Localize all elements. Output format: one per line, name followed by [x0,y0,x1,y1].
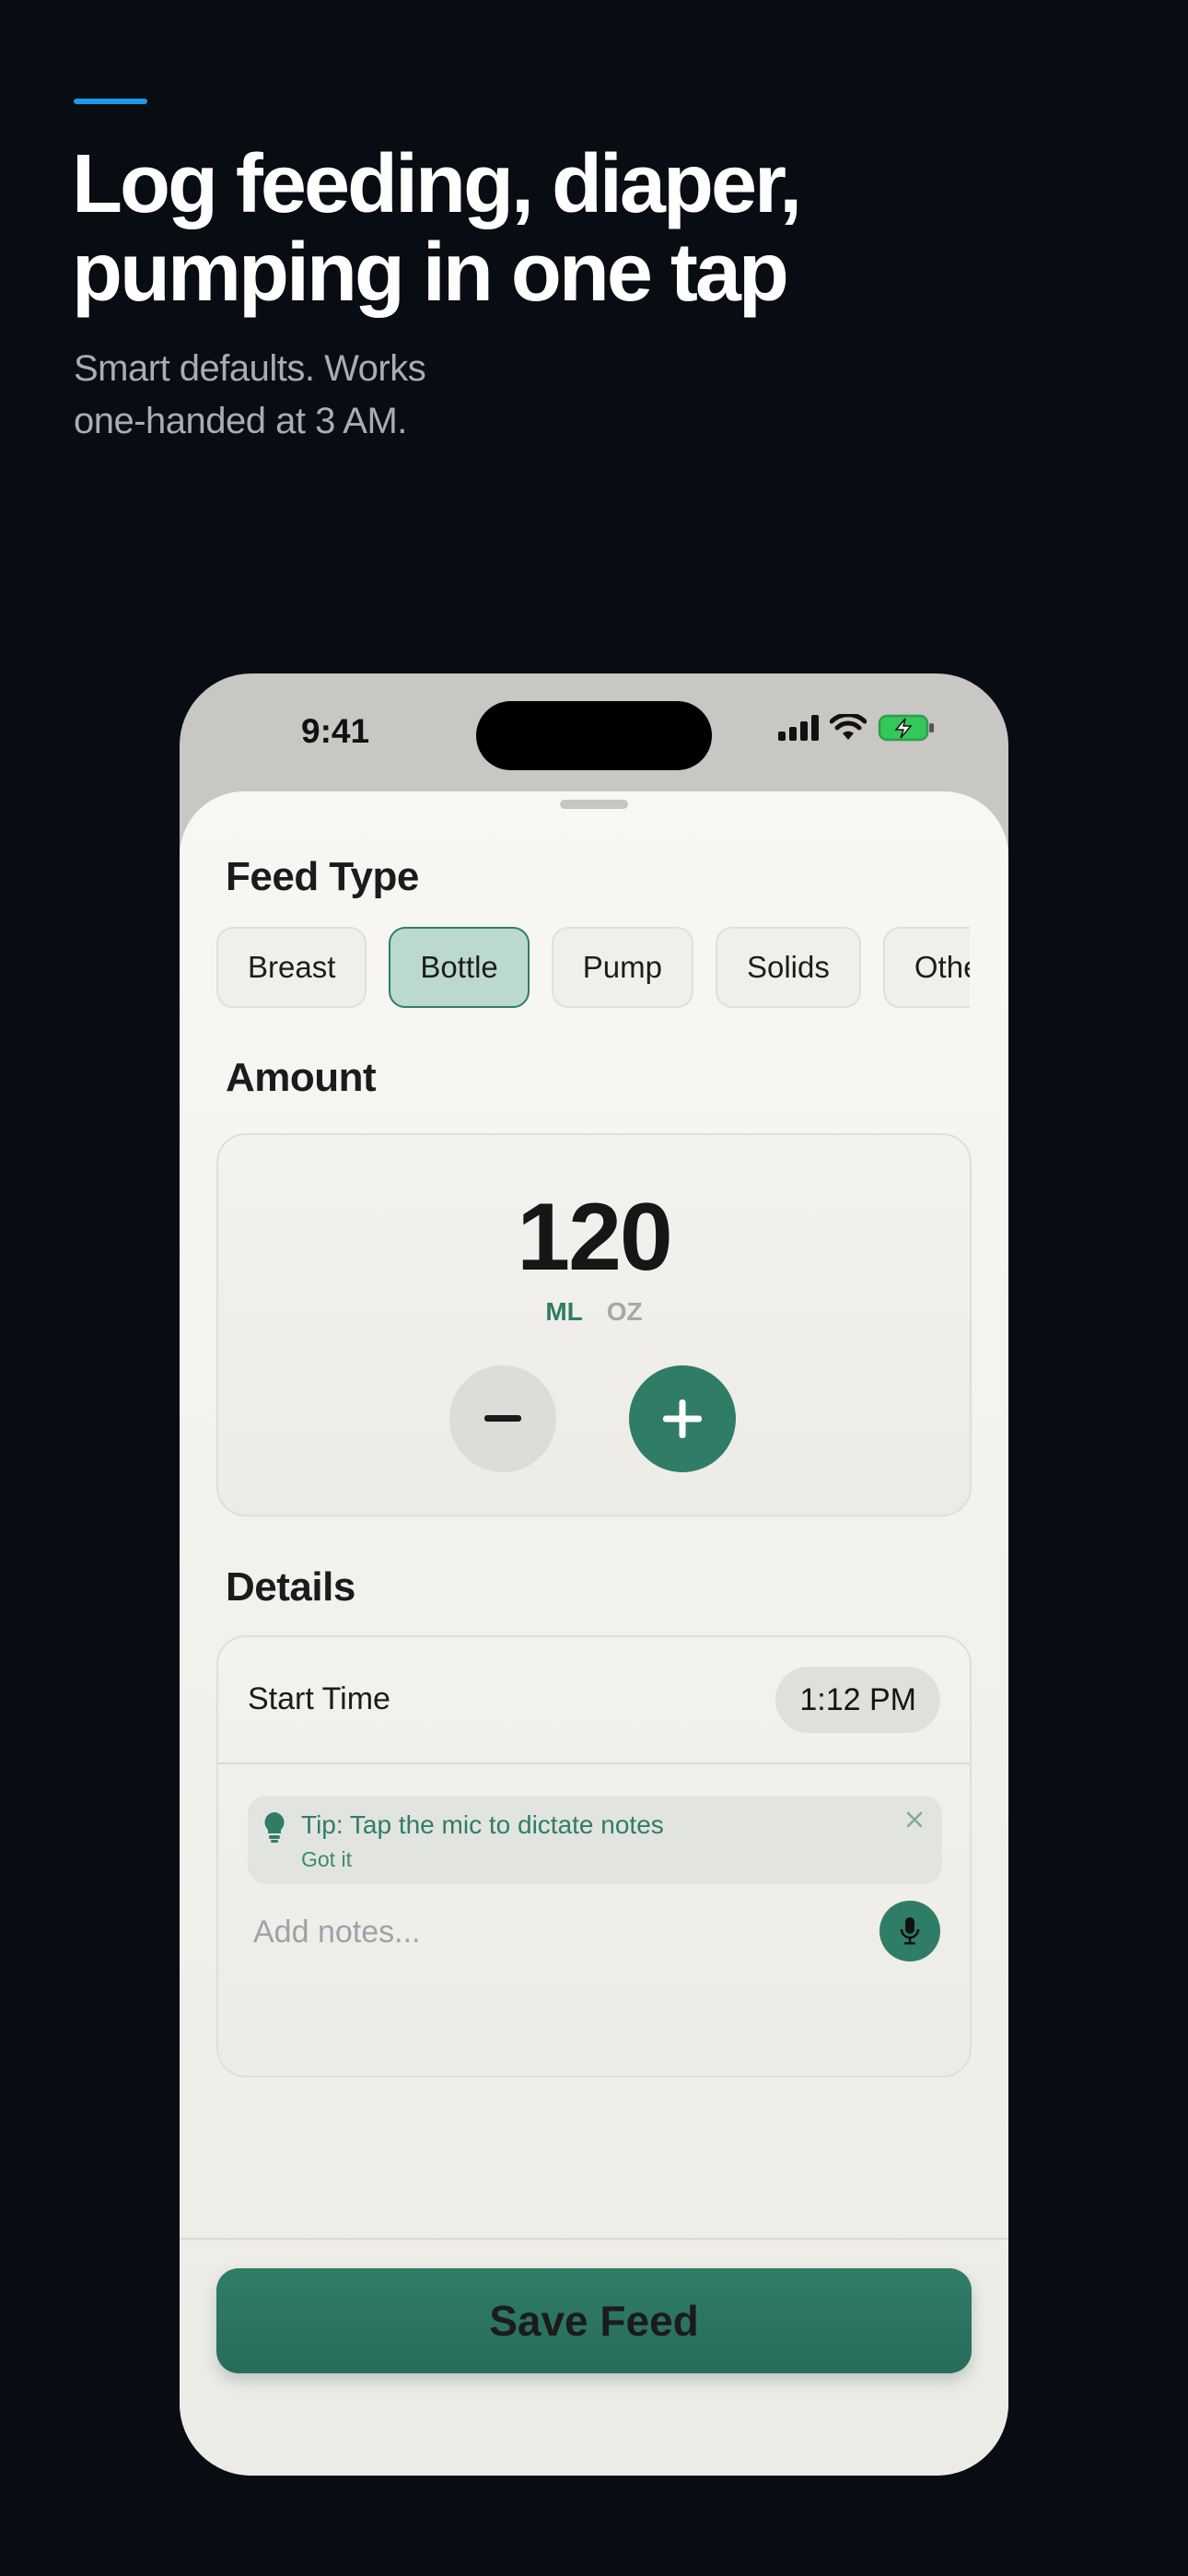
subheadline: Smart defaults. Works one-handed at 3 AM… [74,343,718,448]
bottom-sheet [180,791,1008,2476]
headline-line-2: pumping in one tap [72,227,789,319]
chip-breast[interactable]: Breast [216,927,367,1008]
mic-button[interactable] [879,1901,940,1961]
unit-oz-option[interactable]: OZ [607,1297,643,1327]
start-time-picker[interactable]: 1:12 PM [775,1667,940,1733]
status-bar: 9:41 [180,673,1008,791]
headline: Log feeding, diaper, pumping in one tap [72,140,993,317]
save-feed-button[interactable]: Save Feed [216,2268,972,2373]
notes-input[interactable] [253,1904,843,1960]
chip-other[interactable]: Other [882,927,970,1008]
status-time: 9:41 [301,712,370,750]
subhead-line-1: Smart defaults. Works [74,348,426,389]
close-icon[interactable] [900,1805,929,1834]
cellular-signal-icon [778,715,819,745]
bottom-divider [180,2238,1008,2240]
minus-icon [484,1415,521,1422]
tip-banner: Tip: Tap the mic to dictate notes Got it [248,1796,942,1884]
start-time-label: Start Time [248,1681,390,1716]
chip-solids[interactable]: Solids [715,927,861,1008]
phone-mockup: 9:41 Feed Type Breast Bottle Pump Solids… [180,673,1008,2476]
tip-text: Tip: Tap the mic to dictate notes [301,1810,664,1839]
battery-charging-icon [878,714,935,746]
details-title: Details [226,1564,355,1610]
sheet-grabber[interactable] [560,800,628,809]
chip-pump[interactable]: Pump [551,927,693,1008]
lightbulb-icon [262,1810,286,1848]
details-card: Start Time 1:12 PM Tip: Tap the mic to d… [216,1635,972,2078]
unit-ml-option[interactable]: ML [545,1297,582,1327]
dynamic-island [476,701,712,770]
amount-value: 120 [517,1184,673,1291]
wifi-icon [829,712,868,746]
increment-button[interactable] [629,1365,736,1472]
chip-bottle[interactable]: Bottle [389,927,530,1008]
amount-title: Amount [226,1055,377,1100]
microphone-icon [900,1917,920,1945]
feed-type-chips: Breast Bottle Pump Solids Other [216,927,970,1010]
feed-type-title: Feed Type [226,854,419,899]
decrement-button[interactable] [449,1365,556,1472]
plus-icon [663,1399,702,1438]
start-time-row: Start Time 1:12 PM [218,1637,970,1764]
headline-line-1: Log feeding, diaper, [72,138,802,230]
amount-card: 120 ML OZ [216,1133,972,1516]
status-icons [778,712,935,746]
tip-dismiss-link[interactable]: Got it [301,1847,352,1872]
accent-bar [74,99,147,104]
unit-toggle: ML OZ [218,1297,970,1327]
subhead-line-2: one-handed at 3 AM. [74,401,407,441]
